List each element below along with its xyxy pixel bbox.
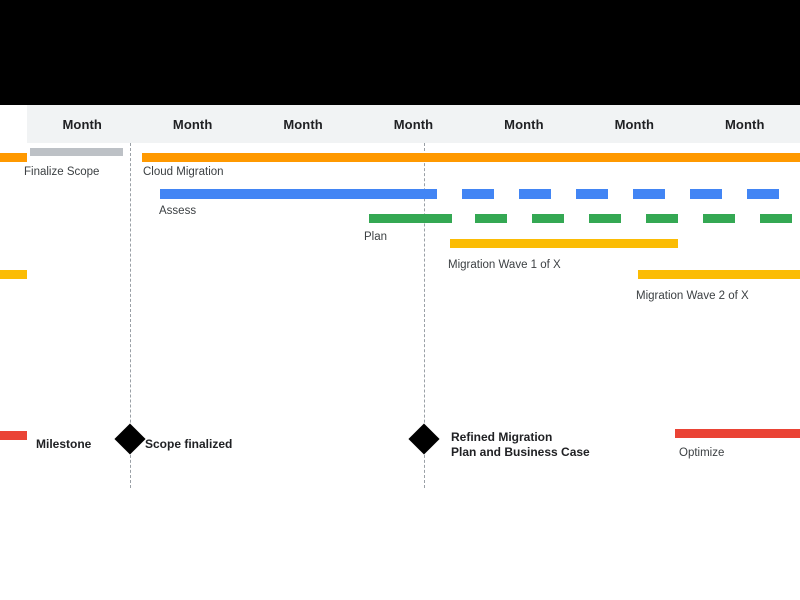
month-column-header-2: Month <box>172 116 213 132</box>
bar-assess-solid[interactable] <box>160 189 405 199</box>
milestone-diamond-refined-plan[interactable] <box>408 423 440 455</box>
timeline-canvas: Month Month Month Month Month Month Mont… <box>0 0 800 600</box>
month-column-header-3: Month <box>283 116 323 132</box>
bar-cloud-migration[interactable] <box>142 153 800 162</box>
milestone-row-label: Milestone <box>36 437 92 451</box>
bar-plan-dashed[interactable] <box>475 214 800 223</box>
edge-stub-orange <box>0 153 27 162</box>
top-black-band <box>0 0 800 105</box>
bar-migration-wave-1[interactable] <box>450 239 678 248</box>
bar-label-finalize-scope: Finalize Scope <box>24 166 100 178</box>
month-column-header-1: Month <box>62 116 102 132</box>
month-column-header-4: Month <box>393 116 434 132</box>
bar-label-optimize: Optimize <box>679 447 725 459</box>
bar-migration-wave-2[interactable] <box>638 270 800 279</box>
edge-stub-red <box>0 431 27 440</box>
bar-finalize-scope[interactable] <box>30 148 123 156</box>
bar-optimize[interactable] <box>675 429 800 438</box>
bar-label-cloud-migration: Cloud Migration <box>143 166 224 178</box>
edge-stub-yellow <box>0 270 27 279</box>
bar-plan-solid[interactable] <box>369 214 452 223</box>
bar-label-migration-wave-1: Migration Wave 1 of X <box>448 259 561 271</box>
bar-label-plan: Plan <box>364 231 388 243</box>
month-column-header-7: Month <box>725 116 765 132</box>
bar-label-assess: Assess <box>159 205 197 217</box>
bar-assess-dashed[interactable] <box>405 189 800 199</box>
milestone-label-refined-plan: Refined Migration Plan and Business Case <box>451 430 590 459</box>
timeline-plot-area: Finalize Scope Cloud Migration Assess Pl… <box>0 143 800 600</box>
milestone-diamond-scope-finalized[interactable] <box>114 423 146 455</box>
month-column-header-6: Month <box>614 116 655 132</box>
month-header-row: Month Month Month Month Month Month Mont… <box>27 105 800 143</box>
bar-label-migration-wave-2: Migration Wave 2 of X <box>636 290 749 302</box>
month-column-header-5: Month <box>504 116 544 132</box>
milestone-label-scope-finalized: Scope finalized <box>145 437 233 451</box>
